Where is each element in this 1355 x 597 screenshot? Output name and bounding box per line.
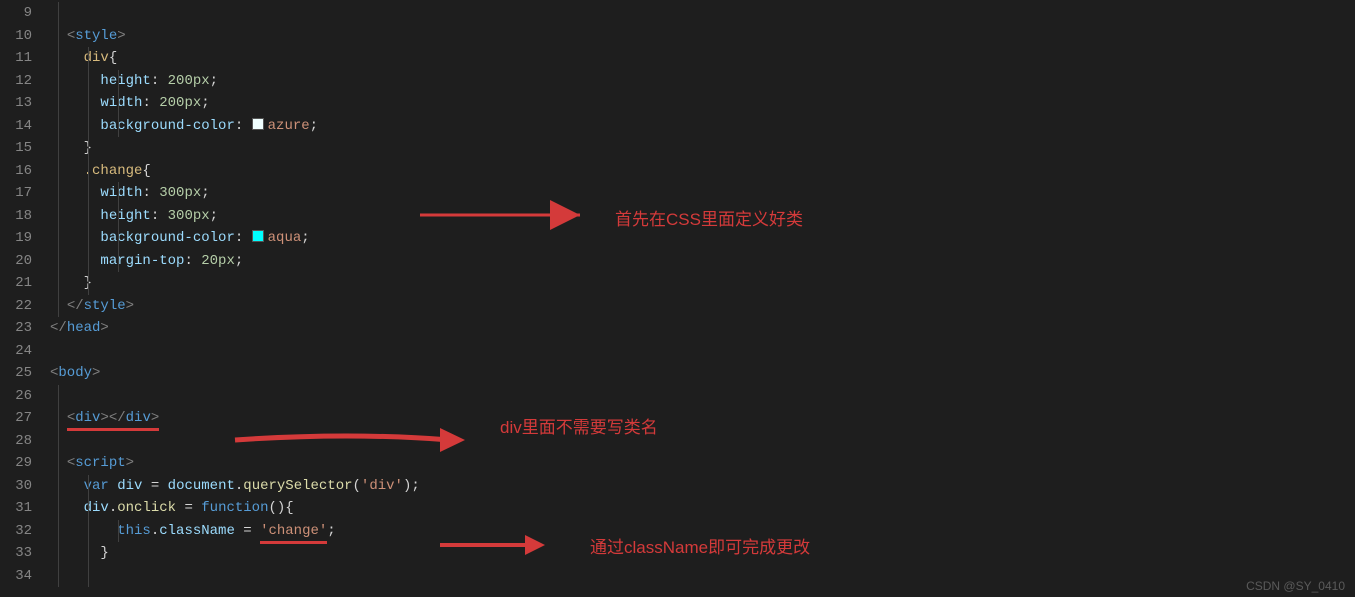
watermark: CSDN @SY_0410 bbox=[1246, 579, 1345, 593]
code-line: background-color: aqua; bbox=[50, 227, 1355, 250]
code-line: this.className = 'change'; bbox=[50, 520, 1355, 543]
code-line bbox=[50, 430, 1355, 453]
line-number: 33 bbox=[0, 542, 32, 565]
code-line: } bbox=[50, 137, 1355, 160]
line-number: 30 bbox=[0, 475, 32, 498]
line-number: 9 bbox=[0, 2, 32, 25]
line-number: 22 bbox=[0, 295, 32, 318]
code-line: .change{ bbox=[50, 160, 1355, 183]
line-number: 10 bbox=[0, 25, 32, 48]
code-line: width: 200px; bbox=[50, 92, 1355, 115]
code-line: <script> bbox=[50, 452, 1355, 475]
line-number: 15 bbox=[0, 137, 32, 160]
line-number: 34 bbox=[0, 565, 32, 588]
line-number: 32 bbox=[0, 520, 32, 543]
code-line: </style> bbox=[50, 295, 1355, 318]
line-number: 13 bbox=[0, 92, 32, 115]
code-area[interactable]: <style> div{ height: 200px; width: 200px… bbox=[50, 0, 1355, 597]
line-number: 14 bbox=[0, 115, 32, 138]
code-line: height: 200px; bbox=[50, 70, 1355, 93]
line-number: 20 bbox=[0, 250, 32, 273]
color-swatch-aqua[interactable] bbox=[252, 230, 264, 242]
code-line: div.onclick = function(){ bbox=[50, 497, 1355, 520]
line-number: 11 bbox=[0, 47, 32, 70]
line-number: 16 bbox=[0, 160, 32, 183]
code-line: margin-top: 20px; bbox=[50, 250, 1355, 273]
code-line: } bbox=[50, 542, 1355, 565]
code-line bbox=[50, 565, 1355, 588]
code-line: var div = document.querySelector('div'); bbox=[50, 475, 1355, 498]
code-line: <body> bbox=[50, 362, 1355, 385]
code-line: <style> bbox=[50, 25, 1355, 48]
code-line bbox=[50, 385, 1355, 408]
code-line: width: 300px; bbox=[50, 182, 1355, 205]
line-number: 25 bbox=[0, 362, 32, 385]
line-number: 31 bbox=[0, 497, 32, 520]
line-number: 21 bbox=[0, 272, 32, 295]
code-line bbox=[50, 340, 1355, 363]
line-number: 23 bbox=[0, 317, 32, 340]
line-number: 24 bbox=[0, 340, 32, 363]
line-number: 29 bbox=[0, 452, 32, 475]
code-line: background-color: azure; bbox=[50, 115, 1355, 138]
code-line: } bbox=[50, 272, 1355, 295]
code-line: </head> bbox=[50, 317, 1355, 340]
line-number: 12 bbox=[0, 70, 32, 93]
code-line: height: 300px; bbox=[50, 205, 1355, 228]
line-number: 18 bbox=[0, 205, 32, 228]
color-swatch-azure[interactable] bbox=[252, 118, 264, 130]
line-number: 27 bbox=[0, 407, 32, 430]
code-line: <div></div> bbox=[50, 407, 1355, 430]
line-number-gutter: 9101112131415161718192021222324252627282… bbox=[0, 0, 50, 597]
code-editor: 9101112131415161718192021222324252627282… bbox=[0, 0, 1355, 597]
line-number: 17 bbox=[0, 182, 32, 205]
line-number: 28 bbox=[0, 430, 32, 453]
code-line bbox=[50, 2, 1355, 25]
line-number: 26 bbox=[0, 385, 32, 408]
line-number: 19 bbox=[0, 227, 32, 250]
code-line: div{ bbox=[50, 47, 1355, 70]
